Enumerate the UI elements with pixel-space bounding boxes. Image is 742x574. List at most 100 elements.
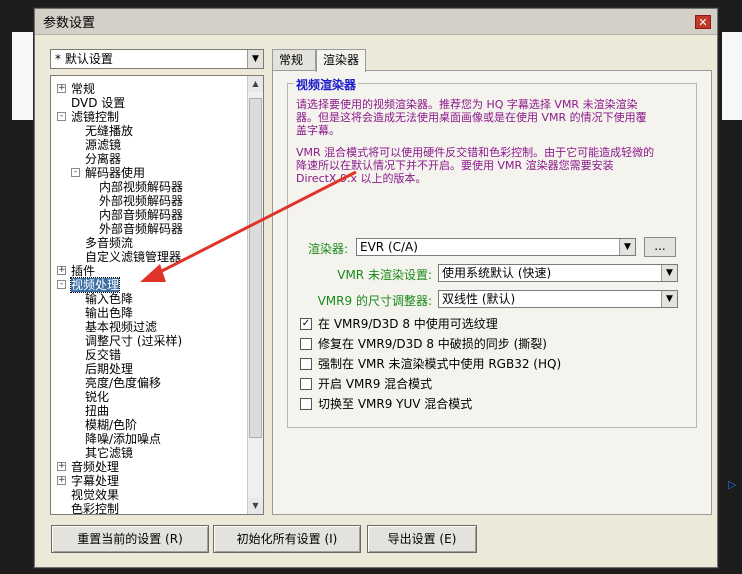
preset-value: * 默认设置 [55, 52, 113, 66]
checkbox-label: 开启 VMR9 混合模式 [318, 377, 433, 391]
tree-item[interactable]: 其它滤镜 [71, 446, 133, 460]
scrollbar-thumb[interactable] [249, 98, 262, 438]
tree-item[interactable]: - 解码器使用 [71, 166, 145, 180]
check-row[interactable]: 切换至 VMR9 YUV 混合模式 [300, 396, 472, 412]
checkbox[interactable]: ✓ [300, 318, 312, 330]
tree-item-label: 扭曲 [85, 404, 110, 418]
tree-item-label: 降噪/添加噪点 [85, 432, 162, 446]
collapse-icon[interactable]: - [71, 168, 80, 177]
tree-item[interactable]: 外部视频解码器 [85, 194, 183, 208]
tree-item[interactable]: 自定义滤镜管理器 [71, 250, 181, 264]
tree-item[interactable]: DVD 设置 [57, 96, 125, 110]
unrendered-label: VMR 未渲染设置: [337, 268, 432, 282]
tree-item[interactable]: 反交错 [71, 348, 121, 362]
resizer-select[interactable]: 双线性 (默认) ▼ [438, 290, 678, 308]
renderer-select[interactable]: EVR (C/A) ▼ [356, 238, 636, 256]
check-row[interactable]: 强制在 VMR 未渲染模式中使用 RGB32 (HQ) [300, 356, 561, 372]
tree-item[interactable]: 源滤镜 [71, 138, 121, 152]
renderer-description-2: VMR 混合模式将可以使用硬件反交错和色彩控制。由于它可能造成轻微的降速所以在默… [296, 146, 655, 185]
tree-item-label: 多音频流 [85, 236, 134, 250]
tab-general[interactable]: 常规 [272, 49, 316, 71]
tree-item[interactable]: + 音频处理 [57, 460, 119, 474]
tree-item-label: 音频处理 [71, 460, 120, 474]
checkbox[interactable] [300, 378, 312, 390]
check-row[interactable]: 开启 VMR9 混合模式 [300, 376, 432, 392]
tree-item[interactable]: 锐化 [71, 390, 109, 404]
title-bar: 参数设置 [35, 9, 717, 35]
video-renderer-group: 视频渲染器 请选择要使用的视频渲染器。推荐您为 HQ 字幕选择 VMR 未渲染渲… [287, 76, 697, 428]
tree-item[interactable]: 降噪/添加噪点 [71, 432, 161, 446]
init-all-button[interactable]: 初始化所有设置 (I) [213, 525, 361, 553]
tree-item-label: 内部视频解码器 [99, 180, 184, 194]
background-card-right [722, 32, 742, 120]
tree-item-label: 模糊/色阶 [85, 418, 138, 432]
tree-item[interactable]: 调整尺寸 (过采样) [71, 334, 182, 348]
tree-item-label: 调整尺寸 (过采样) [85, 334, 183, 348]
tree-item[interactable]: 模糊/色阶 [71, 418, 137, 432]
export-button[interactable]: 导出设置 (E) [367, 525, 477, 553]
chevron-down-icon[interactable]: ▼ [619, 239, 635, 255]
tree-item-label: 后期处理 [85, 362, 134, 376]
tree-item-label: 自定义滤镜管理器 [85, 250, 182, 264]
unrendered-value: 使用系统默认 (快速) [442, 266, 552, 280]
tab-renderer[interactable]: 渲染器 [316, 49, 366, 72]
tree-item[interactable]: - 视频处理 [57, 277, 121, 293]
tree-item[interactable]: 输出色降 [71, 306, 133, 320]
renderer-options-button[interactable]: ... [644, 237, 676, 257]
tree-item[interactable]: - 滤镜控制 [57, 110, 119, 124]
tree-scrollbar[interactable]: ▲ ▼ [247, 76, 263, 514]
scroll-down-icon[interactable]: ▼ [248, 498, 263, 514]
close-icon[interactable]: ✕ [695, 15, 711, 29]
resizer-label: VMR9 的尺寸调整器: [317, 294, 432, 308]
tree-item[interactable]: 视觉效果 [57, 488, 119, 502]
expand-icon[interactable]: + [57, 84, 66, 93]
expand-icon[interactable]: + [57, 462, 66, 471]
tree-item-label: 视觉效果 [71, 488, 120, 502]
tree-item[interactable]: + 插件 [57, 264, 95, 278]
preset-select[interactable]: * 默认设置 ▼ [50, 49, 264, 69]
tree-item[interactable]: + 常规 [57, 82, 95, 96]
checkbox-label: 强制在 VMR 未渲染模式中使用 RGB32 (HQ) [318, 357, 562, 371]
tree-item[interactable]: 基本视频过滤 [71, 320, 157, 334]
tree-item[interactable]: 内部视频解码器 [85, 180, 183, 194]
collapse-icon[interactable]: - [57, 280, 66, 289]
tree-item[interactable]: 后期处理 [71, 362, 133, 376]
tree-item-label: 外部视频解码器 [99, 194, 184, 208]
tree-item[interactable]: 内部音频解码器 [85, 208, 183, 222]
tree-item[interactable]: 亮度/色度偏移 [71, 376, 161, 390]
reset-button[interactable]: 重置当前的设置 (R) [51, 525, 209, 553]
tree-item[interactable]: 输入色降 [71, 292, 133, 306]
expand-icon[interactable]: + [57, 476, 66, 485]
chevron-down-icon[interactable]: ▼ [247, 50, 263, 68]
tree-item[interactable]: 分离器 [71, 152, 121, 166]
tree-item-label: 分离器 [85, 152, 122, 166]
tree-item[interactable]: 无缝播放 [71, 124, 133, 138]
tree-item[interactable]: 多音频流 [71, 236, 133, 250]
tree-item[interactable]: 扭曲 [71, 404, 109, 418]
tree-item[interactable]: 色彩控制 [57, 502, 120, 515]
tree-item-label: 其它滤镜 [85, 446, 134, 460]
unrendered-select[interactable]: 使用系统默认 (快速) ▼ [438, 264, 678, 282]
expand-icon[interactable]: + [57, 266, 66, 275]
check-row[interactable]: 修复在 VMR9/D3D 8 中破损的同步 (撕裂) [300, 336, 547, 352]
scroll-up-icon[interactable]: ▲ [248, 76, 263, 92]
tree-item-label: 插件 [71, 264, 96, 278]
collapse-icon[interactable]: - [57, 112, 66, 121]
renderer-label: 渲染器: [307, 242, 348, 256]
resizer-value: 双线性 (默认) [442, 292, 516, 306]
checkbox[interactable] [300, 358, 312, 370]
tree-item-label: 色彩控制 [71, 502, 120, 515]
renderer-panel: 视频渲染器 请选择要使用的视频渲染器。推荐您为 HQ 字幕选择 VMR 未渲染渲… [272, 70, 712, 515]
chevron-down-icon[interactable]: ▼ [661, 291, 677, 307]
checkbox-label: 切换至 VMR9 YUV 混合模式 [318, 397, 473, 411]
tree-item[interactable]: + 字幕处理 [57, 474, 119, 488]
window-title: 参数设置 [43, 16, 96, 31]
tree-item[interactable]: 外部音频解码器 [85, 222, 183, 236]
tree-item-label: 视频处理 [69, 277, 121, 293]
checkbox[interactable] [300, 398, 312, 410]
ad-choices-icon[interactable]: ▷ [728, 478, 740, 492]
checkbox[interactable] [300, 338, 312, 350]
chevron-down-icon[interactable]: ▼ [661, 265, 677, 281]
check-row[interactable]: ✓ 在 VMR9/D3D 8 中使用可选纹理 [300, 316, 498, 332]
settings-tree[interactable]: ▲ ▼ + 常规 DVD 设置 - 滤镜控制 无缝播放 源滤镜 分离器 - 解码器使用 内部视频解码… [50, 75, 264, 515]
